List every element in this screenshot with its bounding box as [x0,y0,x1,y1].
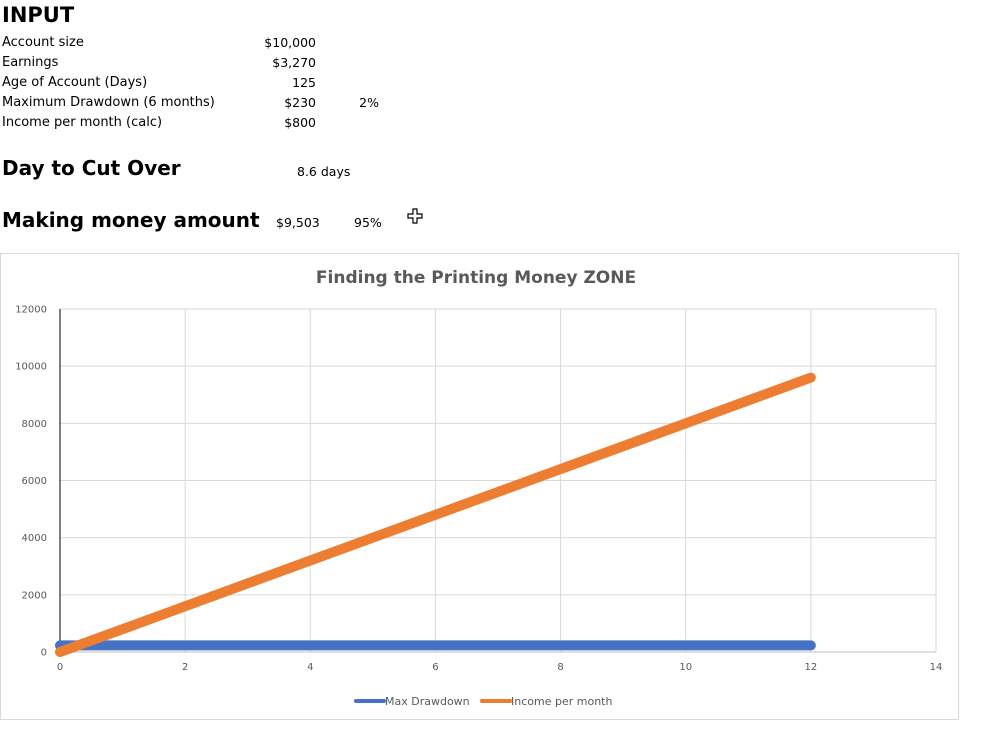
y-tick-label: 4000 [22,533,47,544]
x-tick-label: 2 [182,662,188,673]
spreadsheet-view: INPUT Account size $10,000 Earnings $3,2… [0,0,991,738]
x-tick-label: 6 [432,662,438,673]
x-tick-label: 4 [307,662,313,673]
x-tick-label: 10 [679,662,692,673]
x-tick-label: 0 [57,662,63,673]
y-tick-label: 0 [41,648,47,659]
x-tick-label: 14 [930,662,943,673]
y-tick-label: 10000 [15,362,47,373]
x-tick-label: 8 [557,662,563,673]
chart-title: Finding the Printing Money ZONE [316,268,636,288]
legend-label-income-per-month: Income per month [511,695,612,708]
y-tick-label: 8000 [22,419,47,430]
legend-label-max-drawdown: Max Drawdown [385,695,470,708]
y-tick-label: 2000 [22,590,47,601]
y-tick-label: 12000 [15,305,47,316]
line-chart: Finding the Printing Money ZONE 0 2000 400… [15,268,943,708]
chart-legend: Max Drawdown Income per month [354,695,612,708]
y-tick-label: 6000 [22,476,47,487]
x-tick-label: 12 [804,662,817,673]
